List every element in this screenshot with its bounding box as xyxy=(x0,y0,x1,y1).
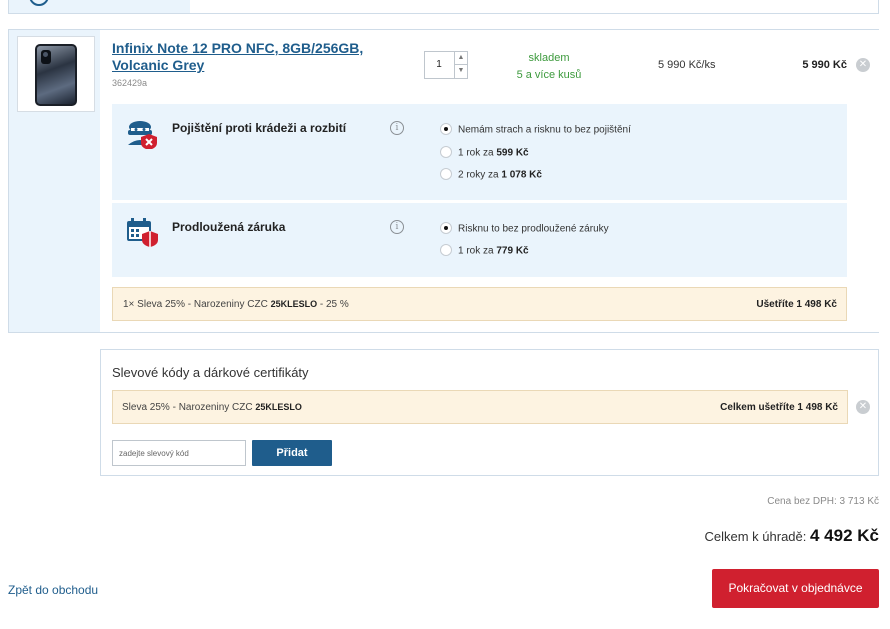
quantity-spinner[interactable]: ▲ ▼ xyxy=(454,52,467,78)
price-without-vat: Cena bez DPH: 3 713 Kč xyxy=(767,496,879,507)
insurance-option-2-years[interactable]: 2 roky za 1 078 Kč xyxy=(440,168,542,181)
radio-icon[interactable] xyxy=(440,244,452,256)
unit-price: 5 990 Kč/ks xyxy=(658,59,716,71)
warranty-section: Prodloužená záruka i Risknu to bez prodl… xyxy=(112,203,847,277)
stock-detail: 5 a více kusů xyxy=(516,69,582,81)
quantity-stepper[interactable]: 1 ▲ ▼ xyxy=(424,51,468,79)
radio-selected-icon[interactable] xyxy=(440,123,452,135)
item-discount-label: 1× Sleva 25% - Narozeniny CZC 25KLESLO -… xyxy=(123,299,349,310)
coupon-code-input[interactable] xyxy=(112,440,246,466)
quantity-value[interactable]: 1 xyxy=(425,52,453,78)
insurance-info-icon[interactable]: i xyxy=(390,121,404,135)
back-to-shop-link[interactable]: Zpět do obchodu xyxy=(8,583,98,597)
quantity-up-icon[interactable]: ▲ xyxy=(455,52,467,65)
insurance-title: Pojištění proti krádeži a rozbití xyxy=(172,121,347,135)
insurance-section: Pojištění proti krádeži a rozbití i Nemá… xyxy=(112,104,847,200)
product-code: 362429a xyxy=(112,78,148,88)
thief-shield-icon xyxy=(128,121,157,149)
stock-label: skladem xyxy=(528,52,570,64)
stock-status: skladem 5 a více kusů xyxy=(505,50,593,84)
grand-total-value: 4 492 Kč xyxy=(810,526,879,545)
radio-selected-icon[interactable] xyxy=(440,222,452,234)
item-total-price: 5 990 Kč xyxy=(802,59,847,71)
applied-coupon-label: Sleva 25% - Narozeniny CZC 25KLESLO xyxy=(122,402,302,413)
previous-section-strip xyxy=(8,0,879,14)
applied-coupon-saving: Celkem ušetříte 1 498 Kč xyxy=(720,402,838,413)
add-coupon-button[interactable]: Přidat xyxy=(252,440,332,466)
insurance-option-none[interactable]: Nemám strach a risknu to bez pojištění xyxy=(440,123,631,136)
remove-coupon-close-icon[interactable]: ✕ xyxy=(856,400,870,414)
product-name-link[interactable]: Infinix Note 12 PRO NFC, 8GB/256GB, Volc… xyxy=(112,40,372,74)
insurance-option-1-year[interactable]: 1 rok za 599 Kč xyxy=(440,146,529,159)
calendar-shield-icon xyxy=(127,218,158,247)
warranty-option-1-year[interactable]: 1 rok za 779 Kč xyxy=(440,244,529,257)
radio-icon[interactable] xyxy=(440,168,452,180)
remove-item-close-icon[interactable]: ✕ xyxy=(856,58,870,72)
item-discount-row: 1× Sleva 25% - Narozeniny CZC 25KLESLO -… xyxy=(112,287,847,321)
warranty-option-none[interactable]: Risknu to bez prodloužené záruky xyxy=(440,222,609,235)
continue-order-button[interactable]: Pokračovat v objednávce xyxy=(712,569,879,608)
warranty-info-icon[interactable]: i xyxy=(390,220,404,234)
coupon-section: Slevové kódy a dárkové certifikáty Sleva… xyxy=(100,349,879,476)
warranty-title: Prodloužená záruka xyxy=(172,220,286,234)
item-discount-saving: Ušetříte 1 498 Kč xyxy=(756,299,837,310)
radio-icon[interactable] xyxy=(440,146,452,158)
applied-coupon-row: Sleva 25% - Narozeniny CZC 25KLESLO Celk… xyxy=(112,390,848,424)
quantity-down-icon[interactable]: ▼ xyxy=(455,65,467,78)
coupon-title: Slevové kódy a dárkové certifikáty xyxy=(112,365,309,380)
grand-total: Celkem k úhradě: 4 492 Kč xyxy=(704,526,880,545)
product-phone-image[interactable] xyxy=(35,44,77,106)
